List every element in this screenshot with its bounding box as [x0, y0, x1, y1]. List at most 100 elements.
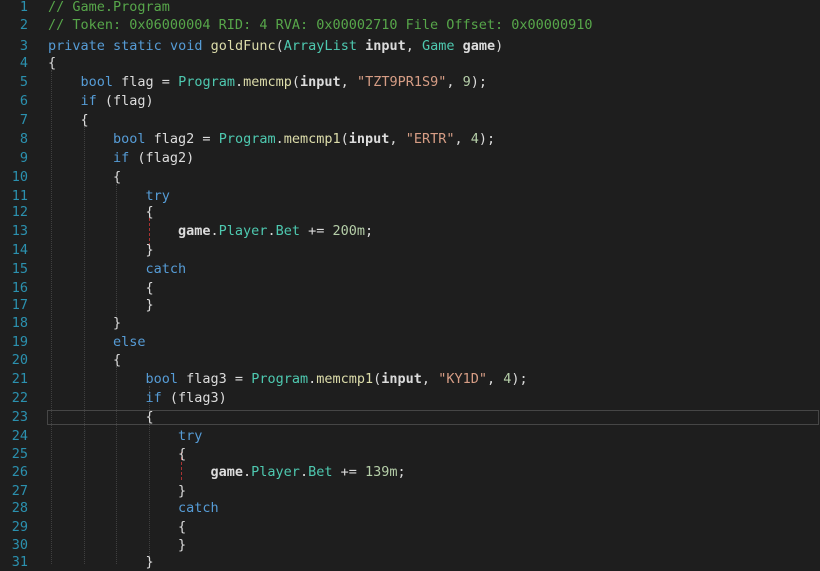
- code-line[interactable]: 9 if (flag2): [0, 149, 820, 167]
- token-punct: );: [478, 131, 496, 147]
- code-line[interactable]: 16 {: [0, 279, 820, 297]
- token-punct: ): [495, 38, 504, 54]
- code-editor[interactable]: 1 // Game.Program 2 // Token: 0x06000004 RI…: [0, 0, 820, 570]
- token-type: Program: [218, 131, 276, 147]
- code-text: else: [113, 333, 146, 351]
- code-line[interactable]: 31}: [0, 553, 820, 571]
- line-number: 22: [11, 390, 28, 406]
- code-text: }: [146, 296, 154, 314]
- token-kw: else: [113, 334, 146, 350]
- code-line[interactable]: 2 // Token: 0x06000004 RID: 4 RVA: 0x0000…: [0, 16, 820, 34]
- token-comment: // Token: 0x06000004 RID: 4 RVA: 0x00002…: [48, 17, 593, 33]
- code-text: // Token: 0x06000004 RID: 4 RVA: 0x00002…: [48, 16, 593, 34]
- token-type: Program: [178, 74, 235, 90]
- token-punct: =: [153, 74, 179, 90]
- code-text: catch: [178, 499, 219, 517]
- code-line[interactable]: 23 {: [0, 408, 820, 426]
- code-line[interactable]: 30}: [0, 536, 820, 554]
- code-line[interactable]: 22 if (flag3): [0, 389, 820, 407]
- token-kw: try: [178, 428, 203, 444]
- code-text: game.Player.Bet += 200m;: [178, 222, 373, 240]
- token-kw: bool: [113, 131, 146, 147]
- line-number: 4: [19, 55, 28, 71]
- code-line[interactable]: 8 bool flag2 = Program.memcmp1(input, "ER…: [0, 130, 820, 148]
- code-line[interactable]: 18}: [0, 314, 820, 332]
- token-param: game: [178, 223, 211, 239]
- code-text: {: [48, 54, 56, 72]
- code-line[interactable]: 25 {: [0, 445, 820, 463]
- code-text: try: [178, 427, 202, 445]
- code-line[interactable]: 19 else: [0, 333, 820, 351]
- token-punct: [178, 371, 186, 387]
- code-line[interactable]: 21 bool flag3 = Program.memcmp1(input, "K…: [0, 370, 820, 388]
- token-punct: [202, 38, 210, 54]
- line-number: 15: [11, 261, 28, 277]
- token-punct: ;: [397, 464, 406, 480]
- code-line[interactable]: 13 game.Player.Bet += 200m;: [0, 222, 820, 240]
- token-id: flag2: [153, 131, 195, 147]
- line-number: 2: [19, 17, 28, 33]
- token-punct: [162, 38, 170, 54]
- token-punct: [146, 131, 154, 147]
- token-param: input: [348, 131, 390, 147]
- code-text: {: [113, 351, 121, 369]
- token-kw: if: [145, 390, 162, 406]
- code-line[interactable]: 26 game.Player.Bet += 139m;: [0, 463, 820, 481]
- token-punct: (: [129, 150, 146, 166]
- token-punct: {: [145, 409, 154, 425]
- line-number: 27: [11, 483, 28, 499]
- code-line[interactable]: 24 try: [0, 427, 820, 445]
- code-line[interactable]: 12 {: [0, 203, 820, 221]
- token-str: "ERTR": [405, 131, 455, 147]
- code-line[interactable]: 5 bool flag = Program.memcmp(input, "TZT9…: [0, 73, 820, 91]
- code-line[interactable]: 17}: [0, 296, 820, 314]
- token-punct: ,: [446, 74, 463, 90]
- token-num: 4: [470, 131, 479, 147]
- token-punct: .: [308, 371, 317, 387]
- code-line[interactable]: 20 {: [0, 351, 820, 369]
- token-punct: ): [186, 150, 195, 166]
- code-line[interactable]: 1 // Game.Program: [0, 0, 820, 16]
- token-punct: );: [511, 371, 528, 387]
- token-punct: {: [48, 55, 57, 71]
- token-num: 139m: [364, 464, 398, 480]
- token-punct: ,: [421, 371, 439, 387]
- code-line[interactable]: 7{: [0, 111, 820, 129]
- code-text: {: [178, 518, 186, 536]
- token-punct: }: [178, 483, 187, 499]
- code-text: game.Player.Bet += 139m;: [211, 463, 406, 481]
- token-param: input: [381, 371, 422, 387]
- line-number: 23: [11, 409, 28, 425]
- token-type: Program: [251, 371, 309, 387]
- code-line[interactable]: 28 catch: [0, 499, 820, 517]
- code-line[interactable]: 10 {: [0, 168, 820, 186]
- code-text: {: [146, 203, 154, 221]
- line-number: 12: [11, 204, 28, 220]
- token-punct: .: [234, 74, 244, 90]
- token-kw: catch: [178, 500, 219, 516]
- token-punct: (: [291, 74, 301, 90]
- code-line[interactable]: 15 catch: [0, 260, 820, 278]
- token-type: ArrayList: [283, 38, 357, 54]
- token-kw: if: [80, 93, 97, 109]
- line-number: 29: [11, 519, 28, 535]
- token-func: goldFunc: [210, 38, 276, 54]
- token-type: Game: [422, 38, 455, 54]
- line-number: 21: [11, 371, 28, 387]
- code-line[interactable]: 6 if (flag): [0, 92, 820, 110]
- line-number: 13: [11, 223, 28, 239]
- token-punct: [113, 74, 121, 90]
- token-punct: =: [226, 371, 252, 387]
- line-number: 14: [11, 242, 28, 258]
- token-func: memcmp: [243, 74, 292, 90]
- code-text: catch: [146, 260, 187, 278]
- token-punct: {: [80, 112, 89, 128]
- code-line[interactable]: 3 private static void goldFunc(ArrayList …: [0, 37, 820, 55]
- code-line[interactable]: 27}: [0, 482, 820, 500]
- code-text: }: [146, 241, 154, 259]
- code-line[interactable]: 14}: [0, 241, 820, 259]
- code-line[interactable]: 29 {: [0, 518, 820, 536]
- line-number: 5: [19, 74, 28, 90]
- code-line[interactable]: 4{: [0, 54, 820, 72]
- token-punct: ): [145, 93, 154, 109]
